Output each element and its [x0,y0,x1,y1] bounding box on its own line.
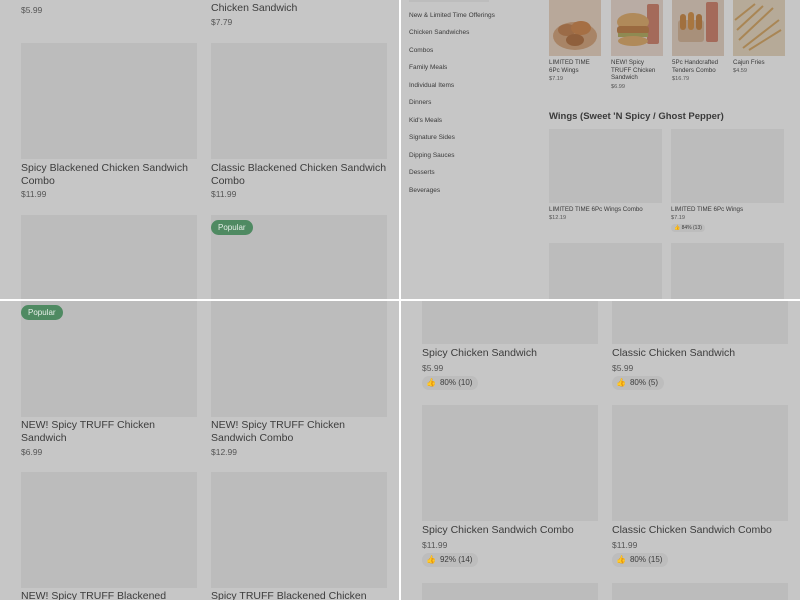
item-price: $5.99 [21,5,43,15]
sidebar-item[interactable]: Individual Items [409,82,454,89]
sidebar-item[interactable]: Family Meals [409,64,447,71]
item-price: $16.79 [672,76,690,82]
sidebar-item[interactable]: Desserts [409,169,435,176]
thumbs-up-icon: 👍 [616,378,626,387]
thumbs-up-icon: 👍 [426,378,436,387]
item-price: $7.19 [549,76,563,82]
item-price: $11.99 [21,189,47,199]
item-price: $6.99 [611,84,625,90]
item-image[interactable] [549,243,662,299]
item-image[interactable] [21,472,197,588]
item-image[interactable] [211,301,387,417]
thumbs-up-icon: 👍 [616,555,626,564]
item-price: $5.99 [422,363,444,373]
item-price: $7.79 [211,17,233,27]
item-name[interactable]: Classic Blackened Chicken Sandwich Combo [211,162,391,187]
rating-pill: 👍 80% (10) [422,376,479,390]
rating-pill: 👍 80% (15) [612,553,669,567]
sidebar-item[interactable]: Signature Sides [409,134,455,141]
item-price: $5.99 [612,363,634,373]
item-name[interactable]: Classic Chicken Sandwich [612,347,735,360]
item-image[interactable] [211,43,387,159]
item-image[interactable] [422,583,598,600]
item-image[interactable] [21,43,197,159]
item-price: $7.19 [671,215,685,221]
rating-value: 80% (15) [629,555,663,564]
rating-value: 92% (14) [439,555,473,564]
popular-badge: Popular [211,220,253,235]
menu-panel-top-left: $5.99 Chicken Sandwich $7.79 Spicy Black… [0,0,399,299]
item-image[interactable] [422,301,598,344]
menu-panel-bottom-left: Popular NEW! Spicy TRUFF Chicken Sandwic… [0,301,399,600]
fries-photo[interactable] [733,0,785,56]
rating-value: 84% (13) [681,225,702,231]
item-price: $11.99 [211,189,237,199]
item-image[interactable] [549,129,662,203]
item-image[interactable] [612,583,788,600]
sidebar-item[interactable]: Dinners [409,99,431,106]
popular-badge: Popular [21,305,63,320]
tenders-photo[interactable] [672,0,724,56]
rating-pill: 👍 92% (14) [422,553,479,567]
horizontal-divider [0,299,800,301]
sidebar-item[interactable]: Kid's Meals [409,117,442,124]
item-image[interactable] [671,129,784,203]
item-price: $12.99 [211,447,237,457]
sidebar-item[interactable]: Dipping Sauces [409,152,455,159]
item-price: $11.99 [422,540,448,550]
item-image[interactable] [422,405,598,521]
section-title: Wings (Sweet 'N Spicy / Ghost Pepper) [549,111,724,122]
item-image[interactable] [211,472,387,588]
item-name[interactable]: Classic Chicken Sandwich Combo [612,524,772,537]
item-name[interactable]: Chicken Sandwich [211,2,297,15]
item-image[interactable] [21,215,197,299]
sidebar-item[interactable]: New & Limited Time Offerings [409,12,495,19]
rating-pill: 👍 80% (5) [612,376,664,390]
item-name[interactable]: LIMITED TIME 6Pc Wings [671,206,743,214]
item-name[interactable]: NEW! Spicy TRUFF Chicken Sandwich Combo [211,419,387,444]
item-name[interactable]: Cajun Fries [733,59,785,67]
item-name[interactable]: LIMITED TIME 6Pc Wings [549,59,601,74]
item-image[interactable] [671,243,784,299]
item-price: $6.99 [21,447,43,457]
wings-photo[interactable] [549,0,601,56]
sandwich-photo[interactable] [611,0,663,56]
item-name[interactable]: NEW! Spicy TRUFF Chicken Sandwich [611,59,665,82]
item-name[interactable]: LIMITED TIME 6Pc Wings Combo [549,206,643,214]
item-name[interactable]: NEW! Spicy TRUFF Chicken Sandwich [21,419,197,444]
item-image[interactable] [612,301,788,344]
item-price: $12.19 [549,215,567,221]
thumbs-up-icon: 👍 [426,555,436,564]
item-name[interactable]: 5Pc Handcrafted Tenders Combo [672,59,728,74]
sidebar-item[interactable]: Chicken Sandwiches [409,29,469,36]
menu-panel-bottom-right: Spicy Chicken Sandwich $5.99 👍 80% (10) C… [401,301,800,600]
sidebar-item[interactable]: Beverages [409,187,440,194]
rating-value: 80% (10) [439,378,473,387]
sidebar-item-cut [409,0,489,2]
item-price: $11.99 [612,540,638,550]
thumbs-up-icon: 👍 [674,225,681,231]
item-name[interactable]: Spicy Chicken Sandwich Combo [422,524,574,537]
rating-pill: 👍 84% (13) [671,224,705,232]
item-name[interactable]: NEW! Spicy TRUFF Blackened [21,590,211,600]
item-name[interactable]: Spicy Chicken Sandwich [422,347,537,360]
item-name[interactable]: Spicy Blackened Chicken Sandwich Combo [21,162,197,187]
item-name[interactable]: Spicy TRUFF Blackened Chicken [211,590,396,600]
sidebar-item[interactable]: Combos [409,47,433,54]
item-price: $4.59 [733,68,747,74]
menu-panel-top-right: New & Limited Time Offerings Chicken San… [401,0,800,299]
rating-value: 80% (5) [629,378,658,387]
item-image[interactable] [612,405,788,521]
